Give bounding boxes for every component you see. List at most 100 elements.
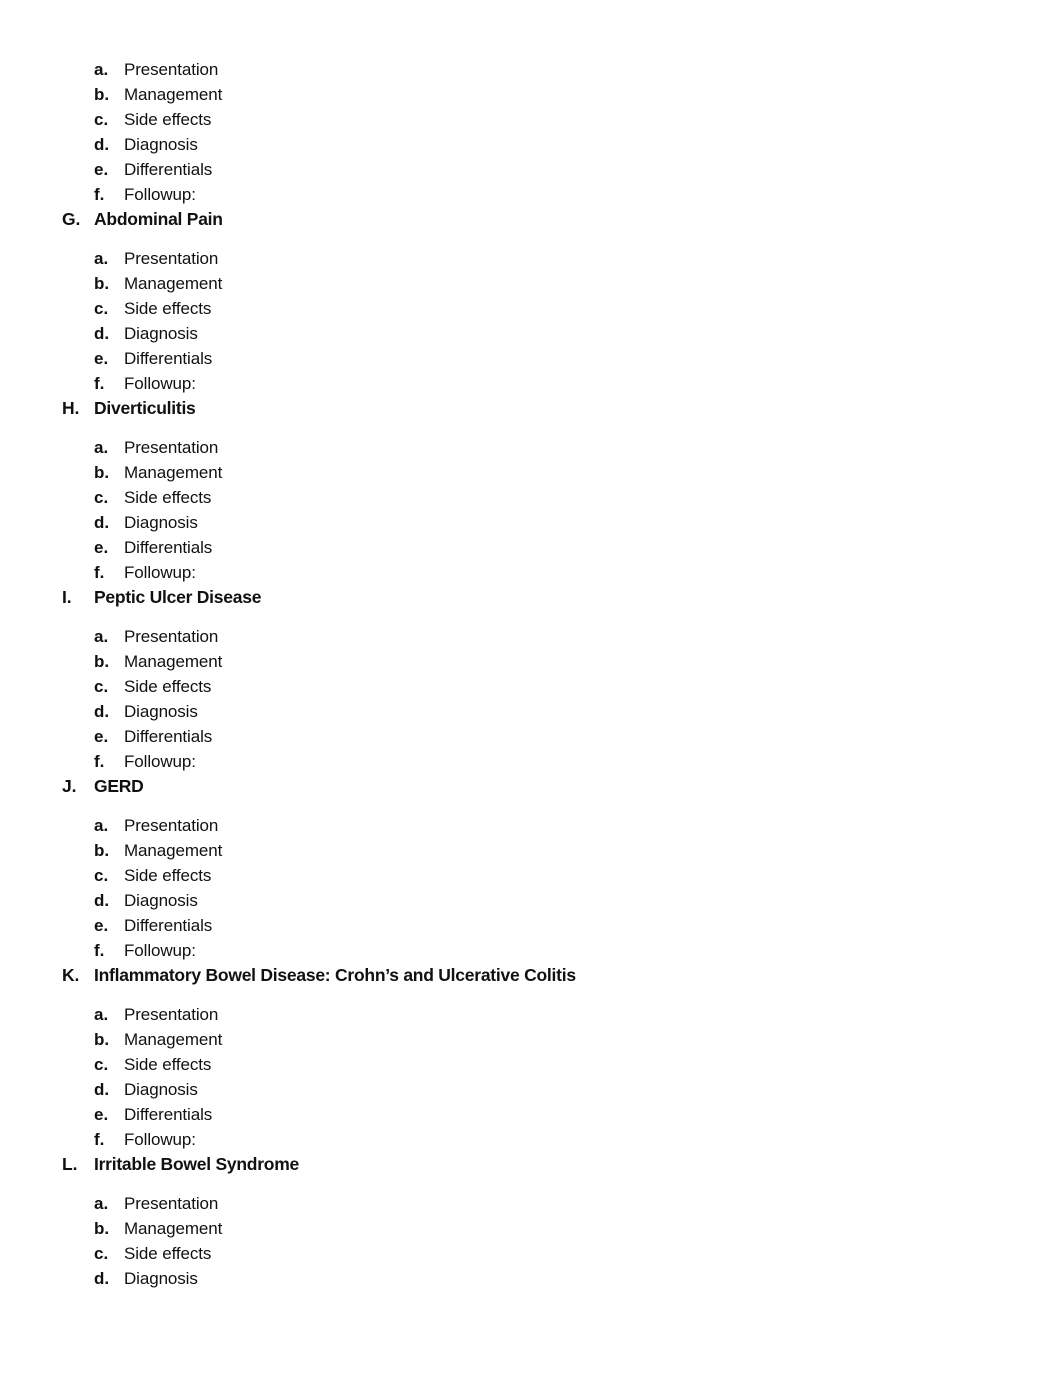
outline-sub-item-label: Management (124, 1219, 223, 1238)
outline-sub-item: a. Presentation (0, 435, 1062, 460)
outline-sub-item-label: Presentation (124, 60, 219, 79)
outline-sub-item-marker: f. (94, 1130, 105, 1149)
outline-sub-item-label: Presentation (124, 249, 219, 268)
outline-sub-item-marker: c. (94, 677, 109, 696)
outline-sub-item-label: Differentials (124, 916, 213, 935)
outline-sub-item: c. Side effects (0, 485, 1062, 510)
outline-sub-item-label: Diagnosis (124, 1080, 198, 1099)
outline-sub-item-label: Followup: (124, 1130, 196, 1149)
outline-section-heading: L. Irritable Bowel Syndrome (0, 1152, 1062, 1177)
outline-sub-item-marker: a. (94, 249, 109, 268)
outline-sub-item-marker: b. (94, 1219, 110, 1238)
outline-section-marker: I. (62, 587, 72, 607)
outline-sub-item: b. Management (0, 649, 1062, 674)
outline-section-heading: K. Inflammatory Bowel Disease: Crohn’s an… (0, 963, 1062, 988)
outline-sub-item: e. Differentials (0, 724, 1062, 749)
outline-sub-item: a. Presentation (0, 57, 1062, 82)
outline-sub-item-marker: d. (94, 891, 110, 910)
outline-section-heading: J. GERD (0, 774, 1062, 799)
outline-sub-item-label: Diagnosis (124, 324, 198, 343)
outline-sub-item: c. Side effects (0, 674, 1062, 699)
outline-sub-item: a. Presentation (0, 813, 1062, 838)
outline-sub-item-marker: c. (94, 110, 109, 129)
outline-sub-item-marker: a. (94, 816, 109, 835)
outline-sub-item-label: Management (124, 841, 223, 860)
outline-sub-item: e. Differentials (0, 913, 1062, 938)
outline-section-marker: G. (62, 209, 81, 229)
outline-sub-item: b. Management (0, 1216, 1062, 1241)
outline-sub-item-label: Differentials (124, 1105, 213, 1124)
outline-sub-item-marker: a. (94, 627, 109, 646)
outline-sub-item-marker: b. (94, 463, 110, 482)
outline-sub-item-marker: e. (94, 1105, 109, 1124)
outline-sub-item-marker: e. (94, 349, 109, 368)
outline-section-heading: G. Abdominal Pain (0, 207, 1062, 232)
outline-sub-item-marker: c. (94, 1055, 109, 1074)
outline-section-title: Diverticulitis (94, 398, 196, 418)
outline-sub-item-label: Followup: (124, 374, 196, 393)
outline-sub-item: f. Followup: (0, 1127, 1062, 1152)
document-page: a. Presentation b. Management c. Side effects… (0, 0, 1062, 1376)
outline-sub-item-label: Side effects (124, 677, 212, 696)
outline-sub-item-label: Management (124, 463, 223, 482)
outline-sub-item-marker: f. (94, 752, 105, 771)
outline-sub-item: c. Side effects (0, 296, 1062, 321)
outline-sub-item-marker: e. (94, 160, 109, 179)
outline-sub-item-label: Presentation (124, 1005, 219, 1024)
outline-sub-item-marker: a. (94, 438, 109, 457)
outline-sub-item: e. Differentials (0, 157, 1062, 182)
outline-sub-item: f. Followup: (0, 371, 1062, 396)
outline-sub-item-label: Diagnosis (124, 135, 198, 154)
outline-sub-item: c. Side effects (0, 1241, 1062, 1266)
outline-sub-item: a. Presentation (0, 624, 1062, 649)
outline-sub-item: e. Differentials (0, 346, 1062, 371)
outline-section-heading: I. Peptic Ulcer Disease (0, 585, 1062, 610)
outline-sub-item: d. Diagnosis (0, 699, 1062, 724)
outline-section-title: Peptic Ulcer Disease (94, 587, 262, 607)
outline-sub-item-label: Differentials (124, 727, 213, 746)
outline-sub-item-label: Side effects (124, 299, 212, 318)
outline-sub-item-label: Side effects (124, 488, 212, 507)
outline-sub-item: e. Differentials (0, 1102, 1062, 1127)
outline-sub-item: b. Management (0, 271, 1062, 296)
outline-sub-item-marker: e. (94, 727, 109, 746)
outline-sub-item-label: Diagnosis (124, 513, 198, 532)
outline-sub-item-marker: d. (94, 1080, 110, 1099)
outline-section-heading: H. Diverticulitis (0, 396, 1062, 421)
outline-sub-item: b. Management (0, 460, 1062, 485)
outline-sub-item-label: Management (124, 652, 223, 671)
outline-sub-item-label: Followup: (124, 563, 196, 582)
outline-sub-item-marker: a. (94, 60, 109, 79)
outline-sub-item-label: Presentation (124, 816, 219, 835)
outline-sub-item-marker: b. (94, 841, 110, 860)
outline-sub-item: b. Management (0, 838, 1062, 863)
outline-sub-item: d. Diagnosis (0, 888, 1062, 913)
outline-sub-item: a. Presentation (0, 1002, 1062, 1027)
outline-sub-item-label: Management (124, 1030, 223, 1049)
outline-sub-item: c. Side effects (0, 107, 1062, 132)
outline-sub-item: a. Presentation (0, 1191, 1062, 1216)
outline-sub-item-label: Presentation (124, 627, 219, 646)
outline-sub-item: e. Differentials (0, 535, 1062, 560)
outline-sub-item-label: Differentials (124, 160, 213, 179)
outline-sub-item: f. Followup: (0, 182, 1062, 207)
outline-sub-item-marker: b. (94, 1030, 110, 1049)
outline-sub-item-marker: f. (94, 941, 105, 960)
outline-sub-item: f. Followup: (0, 560, 1062, 585)
outline-sub-list: a. Presentation b. Management c. Side effects… (0, 988, 1062, 1152)
outline-sub-item-label: Followup: (124, 941, 196, 960)
outline-sub-item-marker: e. (94, 538, 109, 557)
outline-sub-item: d. Diagnosis (0, 132, 1062, 157)
outline-sub-item-label: Differentials (124, 538, 213, 557)
outline-sub-item-label: Diagnosis (124, 1269, 198, 1288)
outline-sub-item: f. Followup: (0, 938, 1062, 963)
outline-section-title: Inflammatory Bowel Disease: Crohn’s and … (94, 965, 576, 985)
outline-sub-item-marker: b. (94, 652, 110, 671)
outline-sub-item-marker: b. (94, 85, 110, 104)
outline-sub-item-marker: d. (94, 1269, 110, 1288)
outline-sub-item: c. Side effects (0, 863, 1062, 888)
outline-sub-item: d. Diagnosis (0, 321, 1062, 346)
outline-section-marker: L. (62, 1154, 78, 1174)
outline-sub-item-label: Followup: (124, 185, 196, 204)
outline-sub-item-label: Followup: (124, 752, 196, 771)
